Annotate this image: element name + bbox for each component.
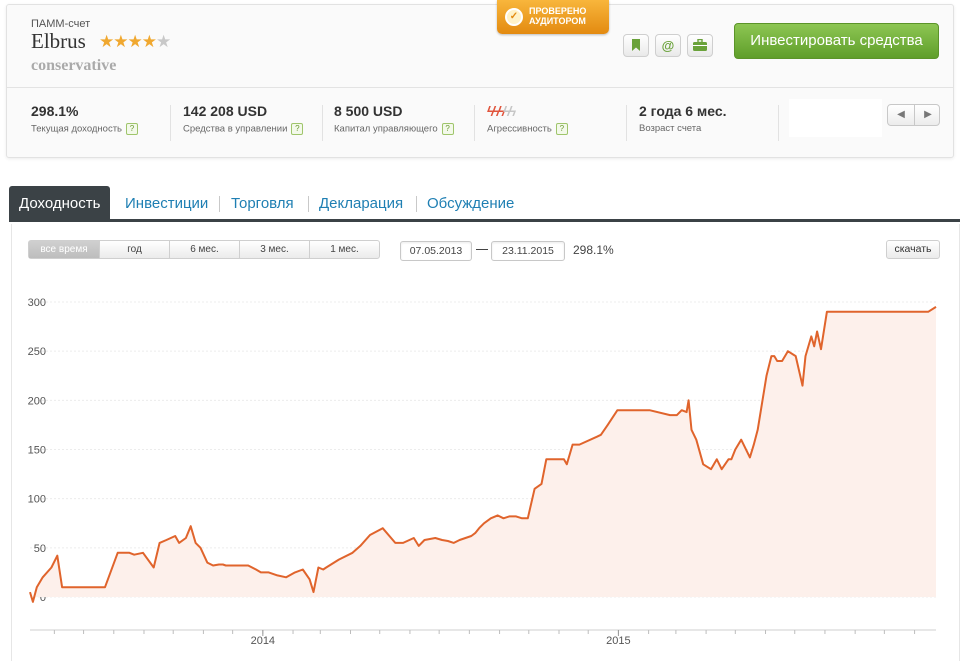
y-tick-label: 300 <box>28 297 46 309</box>
y-tick-label: 50 <box>34 543 46 555</box>
y-tick-label: 250 <box>28 346 46 358</box>
y-tick-label: 200 <box>28 395 46 407</box>
x-tick-label: 2014 <box>251 635 275 647</box>
y-tick-label: 150 <box>28 445 46 457</box>
x-tick-label: 2015 <box>606 635 630 647</box>
y-tick-label: 100 <box>28 494 46 506</box>
returns-chart: 0501001502002503002014 2015 <box>28 297 937 647</box>
